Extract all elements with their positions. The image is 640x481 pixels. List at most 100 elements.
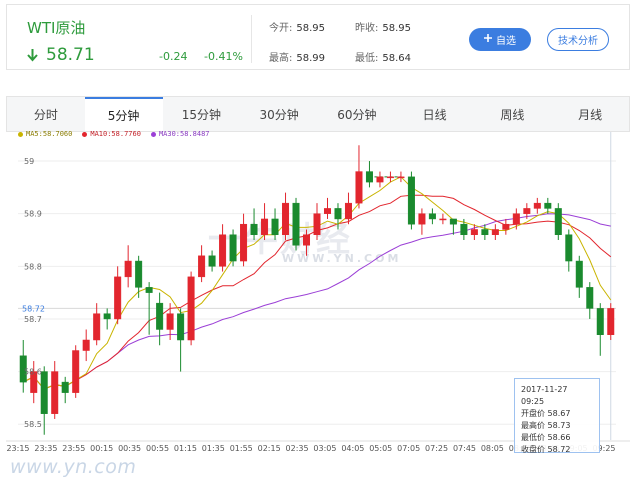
candle-body (187, 276, 195, 341)
candle (124, 245, 132, 288)
x-tick-label: 01:35 (202, 444, 225, 453)
watermark-url: www.yn.com (10, 456, 137, 478)
candle-body (313, 213, 321, 235)
candle-body (282, 202, 290, 235)
candle (439, 213, 447, 225)
tooltip-open-value: 58.67 (547, 409, 571, 418)
tooltip-open-label: 开盘价 (521, 409, 545, 418)
candle (344, 192, 352, 225)
candle-body (271, 218, 279, 235)
candle-body (439, 218, 447, 221)
candle-body (502, 223, 510, 230)
x-tick-label: 03:05 (313, 444, 336, 453)
candle-body (586, 287, 594, 309)
candle-body (607, 308, 615, 335)
candle-body (103, 313, 111, 320)
tooltip-low: 最低价 58.66 (521, 432, 593, 444)
candle-body (198, 255, 206, 278)
candle (470, 224, 478, 240)
candle-body (491, 229, 499, 235)
candle-body (124, 260, 132, 278)
tooltip-high: 最高价 58.73 (521, 420, 593, 432)
candle (586, 282, 594, 319)
wti-quote-page: WTI原油 58.71 -0.24 -0.41% 今开: 58.95 昨收: 58.… (0, 0, 640, 481)
tooltip-close: 收盘价 58.72 (521, 444, 593, 456)
candle (596, 303, 604, 356)
candle (533, 197, 541, 214)
candle (19, 340, 27, 393)
x-tick-label: 04:05 (341, 444, 364, 453)
candle-body (460, 223, 468, 235)
candle (355, 145, 363, 209)
candle-body (575, 260, 583, 288)
candle-body (135, 260, 143, 288)
candle-body (166, 313, 174, 330)
candle-body (428, 213, 436, 220)
x-tick-label: 23:15 (6, 444, 29, 453)
tooltip-date: 2017-11-27 09:25 (521, 385, 568, 406)
candle (544, 197, 552, 214)
candle-body (418, 213, 426, 225)
candle-body (407, 176, 415, 225)
price-marker-label: 58.72 (22, 304, 45, 313)
candle (156, 292, 164, 346)
tooltip-open: 开盘价 58.67 (521, 408, 593, 420)
candle-body (208, 255, 216, 267)
candle (250, 208, 258, 240)
candle (114, 266, 122, 325)
candle-body (303, 234, 311, 246)
candle (502, 218, 510, 235)
candle-body (554, 208, 562, 235)
x-tick-label: 23:55 (62, 444, 85, 453)
x-tick-label: 07:05 (397, 444, 420, 453)
candle (565, 229, 573, 272)
candle-body (93, 313, 101, 341)
candle-body (512, 213, 520, 225)
candle-body (240, 223, 248, 262)
tooltip-low-label: 最低价 (521, 433, 545, 442)
candle-body (51, 371, 59, 414)
y-tick-label: 59 (24, 157, 34, 166)
candle-body (40, 371, 48, 414)
candle (607, 303, 615, 340)
candle-body (376, 176, 384, 183)
tooltip-high-label: 最高价 (521, 421, 545, 430)
candle-body (355, 171, 363, 204)
candle-body (470, 229, 478, 235)
candle-body (334, 208, 342, 220)
candle (282, 192, 290, 240)
candle-body (323, 208, 331, 214)
candle (512, 208, 520, 230)
candle (397, 171, 405, 183)
candle-body (219, 234, 227, 267)
candle-body (481, 229, 489, 235)
candle (554, 203, 562, 240)
candle (407, 171, 415, 230)
candle-body (533, 202, 541, 209)
candle (135, 255, 143, 298)
candle (575, 255, 583, 298)
candle (51, 361, 59, 419)
tooltip-close-value: 58.72 (547, 445, 571, 454)
candle-body (61, 381, 69, 393)
tooltip-low-value: 58.66 (547, 433, 571, 442)
candle-body (177, 313, 185, 341)
candle-body (523, 208, 531, 214)
candle (72, 345, 80, 398)
candle (187, 271, 195, 346)
x-tick-label: 00:55 (146, 444, 169, 453)
candle (491, 224, 499, 240)
y-tick-label: 58.6 (24, 368, 42, 377)
x-tick-label: 02:15 (258, 444, 281, 453)
candle (313, 203, 321, 240)
candle (219, 224, 227, 272)
candle (376, 171, 384, 188)
candle-body (365, 171, 373, 183)
y-tick-label: 58.5 (24, 420, 42, 429)
ma30-line (22, 213, 611, 390)
tooltip-close-label: 收盘价 (521, 445, 545, 454)
candle (323, 197, 331, 219)
candle (292, 197, 300, 251)
x-tick-label: 05:05 (369, 444, 392, 453)
candle-body (596, 308, 604, 335)
